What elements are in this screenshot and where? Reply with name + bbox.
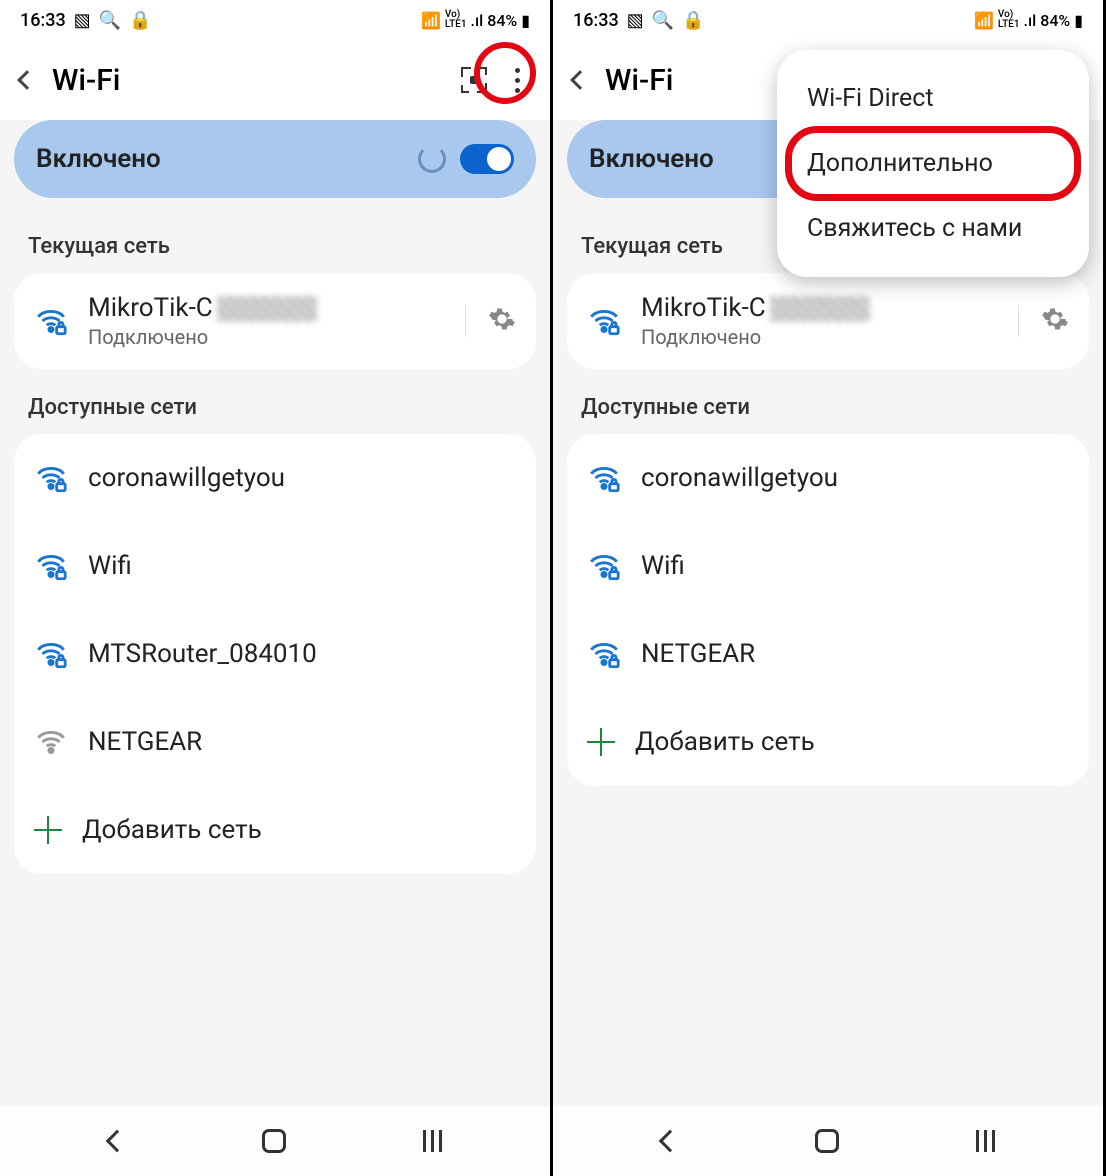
wifi-toggle-label: Включено: [589, 144, 714, 174]
menu-item-advanced-label: Дополнительно: [807, 149, 993, 178]
volte-icon: Vo)LTE1: [445, 10, 467, 30]
phone-screen-right: 16:33 ▧ 🔍 🔒 📶 Vo)LTE1 .ıl 84% ▮ Wi-Fi Вк…: [553, 0, 1106, 1176]
battery-icon: ▮: [1074, 11, 1083, 30]
network-row[interactable]: Wifi: [567, 522, 1089, 610]
search-icon: 🔍: [652, 10, 674, 31]
available-networks-section-label: Доступные сети: [0, 369, 550, 434]
network-name: Wifi: [88, 551, 516, 581]
wifi-icon: [34, 725, 68, 759]
wifi-icon: [34, 461, 68, 495]
available-networks-section-label: Доступные сети: [553, 369, 1103, 434]
image-icon: ▧: [74, 10, 91, 31]
nav-home-button[interactable]: [262, 1129, 286, 1153]
current-network-status: Подключено: [88, 325, 445, 349]
wifi-switch[interactable]: [460, 144, 514, 174]
menu-item-wifi-direct[interactable]: Wi-Fi Direct: [777, 66, 1089, 131]
battery-percent: 84%: [1040, 11, 1070, 30]
search-icon: 🔍: [99, 10, 121, 31]
gear-icon: [1041, 305, 1069, 333]
plus-icon: [587, 728, 615, 756]
nav-home-button[interactable]: [815, 1129, 839, 1153]
status-bar: 16:33 ▧ 🔍 🔒 📶 Vo)LTE1 .ıl 84% ▮: [553, 0, 1103, 40]
current-network-row[interactable]: MikroTik-C Подключено: [567, 273, 1089, 369]
menu-item-advanced[interactable]: Дополнительно: [777, 131, 1089, 196]
network-settings-button[interactable]: [1018, 305, 1069, 337]
network-settings-button[interactable]: [465, 305, 516, 337]
network-row[interactable]: coronawillgetyou: [567, 434, 1089, 522]
network-row[interactable]: MTSRouter_084010: [14, 610, 536, 698]
current-network-name: MikroTik-C: [641, 293, 998, 323]
back-button[interactable]: [570, 70, 590, 90]
lock-icon: 🔒: [129, 10, 151, 31]
current-network-card: MikroTik-C Подключено: [567, 273, 1089, 369]
gear-icon: [488, 305, 516, 333]
phone-screen-left: 16:33 ▧ 🔍 🔒 📶 Vo)LTE1 .ıl 84% ▮ Wi-Fi Вк…: [0, 0, 553, 1176]
network-name: MTSRouter_084010: [88, 639, 516, 669]
status-time: 16:33: [20, 10, 66, 31]
current-network-status: Подключено: [641, 325, 998, 349]
available-networks-card-left: coronawillgetyou Wifi MTSRouter_084010 N…: [14, 434, 536, 874]
wifi-status-icon: 📶: [421, 11, 441, 30]
network-name: NETGEAR: [641, 639, 1069, 669]
wifi-icon: [34, 549, 68, 583]
more-options-button[interactable]: [505, 62, 530, 99]
wifi-icon: [34, 637, 68, 671]
network-row[interactable]: Wifi: [14, 522, 536, 610]
add-network-label: Добавить сеть: [635, 727, 1069, 757]
network-name: NETGEAR: [88, 727, 516, 757]
status-time: 16:33: [573, 10, 619, 31]
system-nav-bar: [0, 1106, 550, 1176]
add-network-row[interactable]: Добавить сеть: [14, 786, 536, 874]
status-bar: 16:33 ▧ 🔍 🔒 📶 Vo)LTE1 .ıl 84% ▮: [0, 0, 550, 40]
wifi-icon: [587, 637, 621, 671]
censored-text: [217, 296, 317, 322]
nav-recent-button[interactable]: [976, 1130, 995, 1152]
current-network-row[interactable]: MikroTik-C Подключено: [14, 273, 536, 369]
current-network-name: MikroTik-C: [88, 293, 445, 323]
signal-icon: .ıl: [1024, 11, 1037, 30]
wifi-icon: [587, 461, 621, 495]
lock-icon: 🔒: [682, 10, 704, 31]
add-network-row[interactable]: Добавить сеть: [567, 698, 1089, 786]
network-name: coronawillgetyou: [641, 463, 1069, 493]
system-nav-bar: [553, 1106, 1103, 1176]
signal-icon: .ıl: [471, 11, 484, 30]
network-name: coronawillgetyou: [88, 463, 516, 493]
overflow-menu: Wi-Fi Direct Дополнительно Свяжитесь с н…: [777, 50, 1089, 277]
network-name: Wifi: [641, 551, 1069, 581]
back-button[interactable]: [17, 70, 37, 90]
network-row[interactable]: NETGEAR: [14, 698, 536, 786]
available-networks-card-right: coronawillgetyou Wifi NETGEAR Добавить с…: [567, 434, 1089, 786]
add-network-label: Добавить сеть: [82, 815, 516, 845]
nav-back-button[interactable]: [105, 1130, 128, 1153]
wifi-toggle-row[interactable]: Включено: [14, 120, 536, 198]
image-icon: ▧: [627, 10, 644, 31]
loading-spinner-icon: [418, 145, 446, 173]
wifi-icon: [587, 549, 621, 583]
wifi-secure-icon: [34, 304, 68, 338]
current-network-section-label: Текущая сеть: [0, 208, 550, 273]
plus-icon: [34, 816, 62, 844]
volte-icon: Vo)LTE1: [998, 10, 1020, 30]
current-network-card: MikroTik-C Подключено: [14, 273, 536, 369]
page-title: Wi-Fi: [52, 63, 443, 98]
censored-text: [770, 296, 870, 322]
qr-scan-button[interactable]: [461, 67, 487, 93]
wifi-toggle-label: Включено: [36, 144, 161, 174]
network-row[interactable]: NETGEAR: [567, 610, 1089, 698]
network-row[interactable]: coronawillgetyou: [14, 434, 536, 522]
battery-percent: 84%: [487, 11, 517, 30]
battery-icon: ▮: [521, 11, 530, 30]
wifi-status-icon: 📶: [974, 11, 994, 30]
nav-recent-button[interactable]: [423, 1130, 442, 1152]
nav-back-button[interactable]: [658, 1130, 681, 1153]
app-header: Wi-Fi: [0, 40, 550, 120]
wifi-secure-icon: [587, 304, 621, 338]
menu-item-contact-us[interactable]: Свяжитесь с нами: [777, 196, 1089, 261]
